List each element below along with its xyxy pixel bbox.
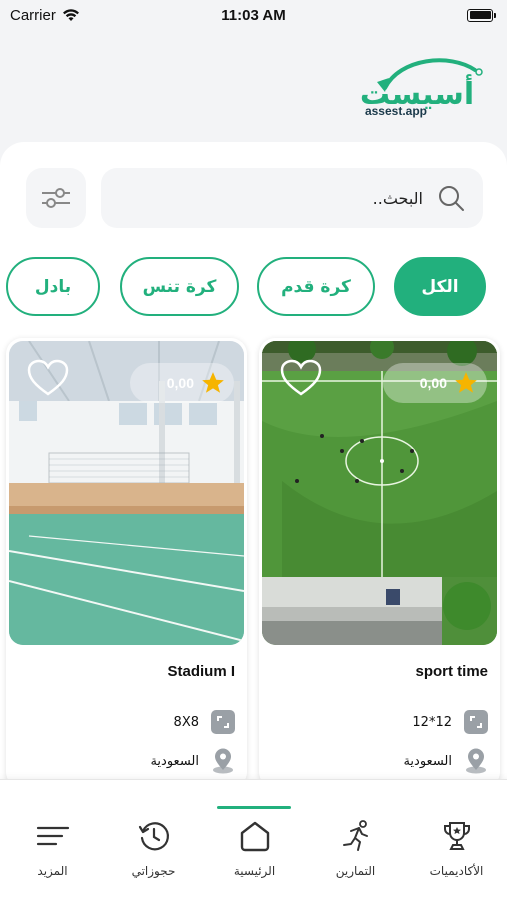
location-pin-icon [213, 748, 233, 774]
nav-label: الرئيسية [233, 864, 276, 878]
search-placeholder: ..البحث [372, 188, 423, 208]
nav-label: التمارين [335, 864, 376, 878]
venue-name: Stadium I [167, 663, 235, 680]
wifi-icon [62, 9, 79, 21]
rating-value: 0,00 [419, 375, 447, 391]
venue-image: 0,00 [9, 341, 244, 645]
venue-size: 12*12 [412, 714, 452, 730]
venue-card[interactable]: 0,00 Stadium I 8X8 السعودية [6, 338, 247, 788]
expand-icon [211, 710, 235, 734]
venue-card[interactable]: 0,00 sport time 12*12 السعودية [259, 338, 500, 788]
nav-label: الأكاديميات [429, 864, 484, 878]
nav-item-academies[interactable]: الأكاديميات [406, 780, 507, 900]
venue-image: 0,00 [262, 341, 497, 645]
venue-location-row: السعودية [403, 748, 488, 774]
venue-name: sport time [415, 663, 488, 680]
category-chip-football[interactable]: كرة قدم [257, 257, 375, 316]
rating-value: 0,00 [166, 375, 194, 391]
home-icon [240, 821, 269, 852]
category-chip-tennis[interactable]: كرة تنس [120, 257, 239, 316]
battery-icon [467, 8, 496, 22]
sliders-icon [42, 188, 70, 208]
status-left: Carrier [10, 7, 80, 24]
menu-icon [36, 826, 69, 846]
active-tab-indicator [217, 806, 291, 809]
status-bar: Carrier 11:03 AM [0, 0, 507, 30]
history-icon [138, 822, 169, 851]
venue-size-row: 8X8 [174, 710, 235, 734]
rating-badge: 0,00 [383, 363, 487, 403]
star-icon [202, 372, 224, 393]
search-icon [439, 186, 464, 211]
nav-label: حجوزاتي [131, 864, 176, 878]
nav-item-bookings[interactable]: حجوزاتي [103, 780, 204, 900]
location-pin-icon [466, 748, 486, 774]
nav-label: المزيد [37, 864, 68, 878]
nav-item-home[interactable]: الرئيسية [204, 780, 305, 900]
search-input[interactable]: ..البحث [101, 168, 483, 228]
venue-location: السعودية [150, 753, 199, 769]
nav-item-more[interactable]: المزيد [2, 780, 103, 900]
running-icon [342, 820, 368, 851]
bottom-navigation: الأكاديميات التمارين الرئيسية حجوزاتي ال… [0, 779, 507, 900]
star-icon [455, 372, 477, 393]
expand-icon [464, 710, 488, 734]
venue-location: السعودية [403, 753, 452, 769]
favorite-heart-icon[interactable] [280, 359, 322, 397]
venue-location-row: السعودية [150, 748, 235, 774]
trophy-icon [443, 822, 470, 850]
venue-size-row: 12*12 [412, 710, 488, 734]
venue-size: 8X8 [173, 714, 199, 730]
filter-button[interactable] [26, 168, 86, 228]
carrier-label: Carrier [10, 6, 56, 24]
brand-subtitle: assest.app [364, 104, 427, 118]
nav-item-exercises[interactable]: التمارين [305, 780, 406, 900]
favorite-heart-icon[interactable] [27, 359, 69, 397]
rating-badge: 0,00 [130, 363, 234, 403]
category-chip-all[interactable]: الكل [394, 257, 486, 316]
category-chip-padel[interactable]: بادل [6, 257, 100, 316]
